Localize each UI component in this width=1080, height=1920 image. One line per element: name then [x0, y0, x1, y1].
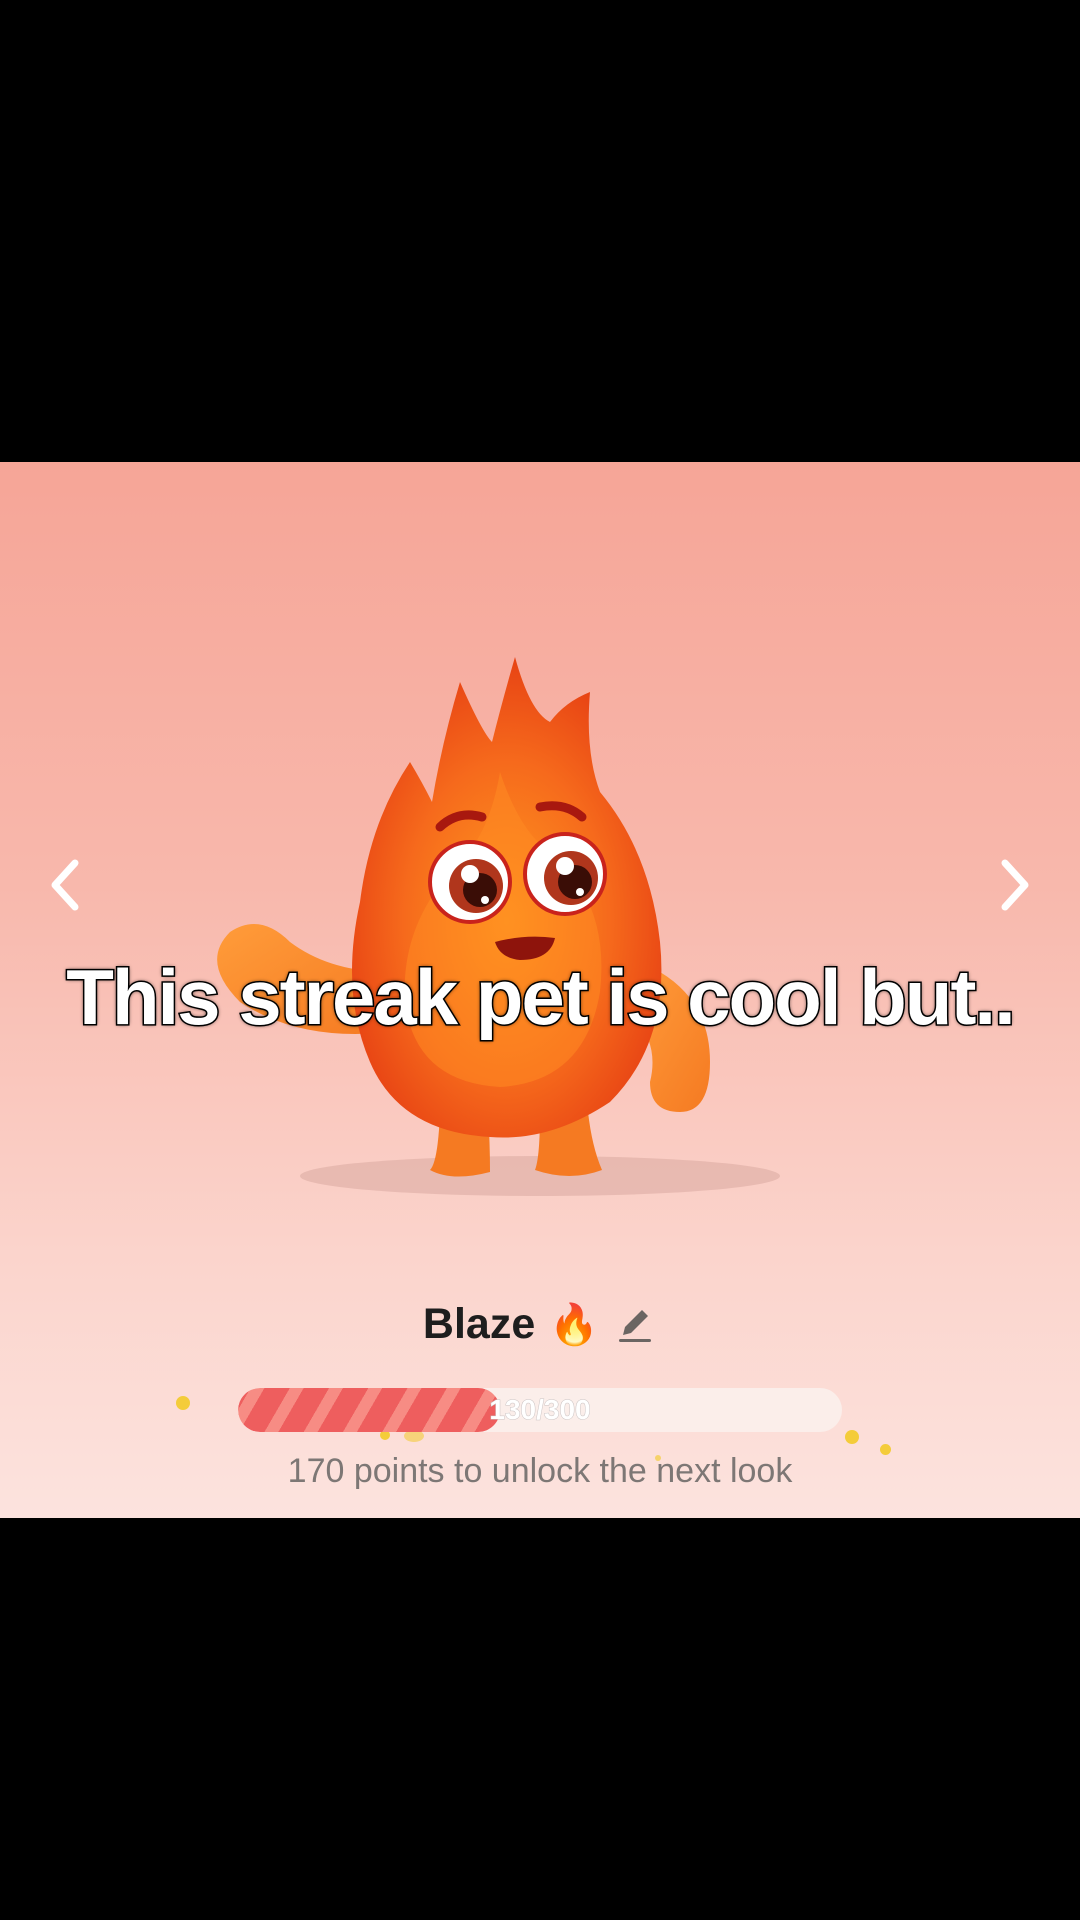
sparkle-dot	[845, 1430, 859, 1444]
chevron-right-icon	[1001, 859, 1029, 911]
chevron-left-icon	[51, 859, 79, 911]
pet-showcase-panel: This streak pet is cool but.. Blaze 🔥 13…	[0, 462, 1080, 1518]
unlock-hint-text: 170 points to unlock the next look	[287, 1452, 793, 1490]
fire-emoji-icon: 🔥	[549, 1303, 600, 1347]
unlock-progress-bar: 130/300	[238, 1388, 842, 1432]
next-pet-button[interactable]	[985, 840, 1045, 930]
streak-pet-illustration	[217, 657, 780, 1196]
pet-name-row: Blaze 🔥	[0, 1300, 1080, 1349]
pet-name: Blaze	[422, 1300, 536, 1348]
sparkle-dot	[176, 1396, 190, 1410]
video-caption: This streak pet is cool but..	[65, 952, 1018, 1043]
pencil-icon	[619, 1309, 652, 1342]
previous-pet-button[interactable]	[35, 840, 95, 930]
progress-label: 130/300	[489, 1394, 591, 1426]
edit-name-button[interactable]	[613, 1303, 657, 1347]
